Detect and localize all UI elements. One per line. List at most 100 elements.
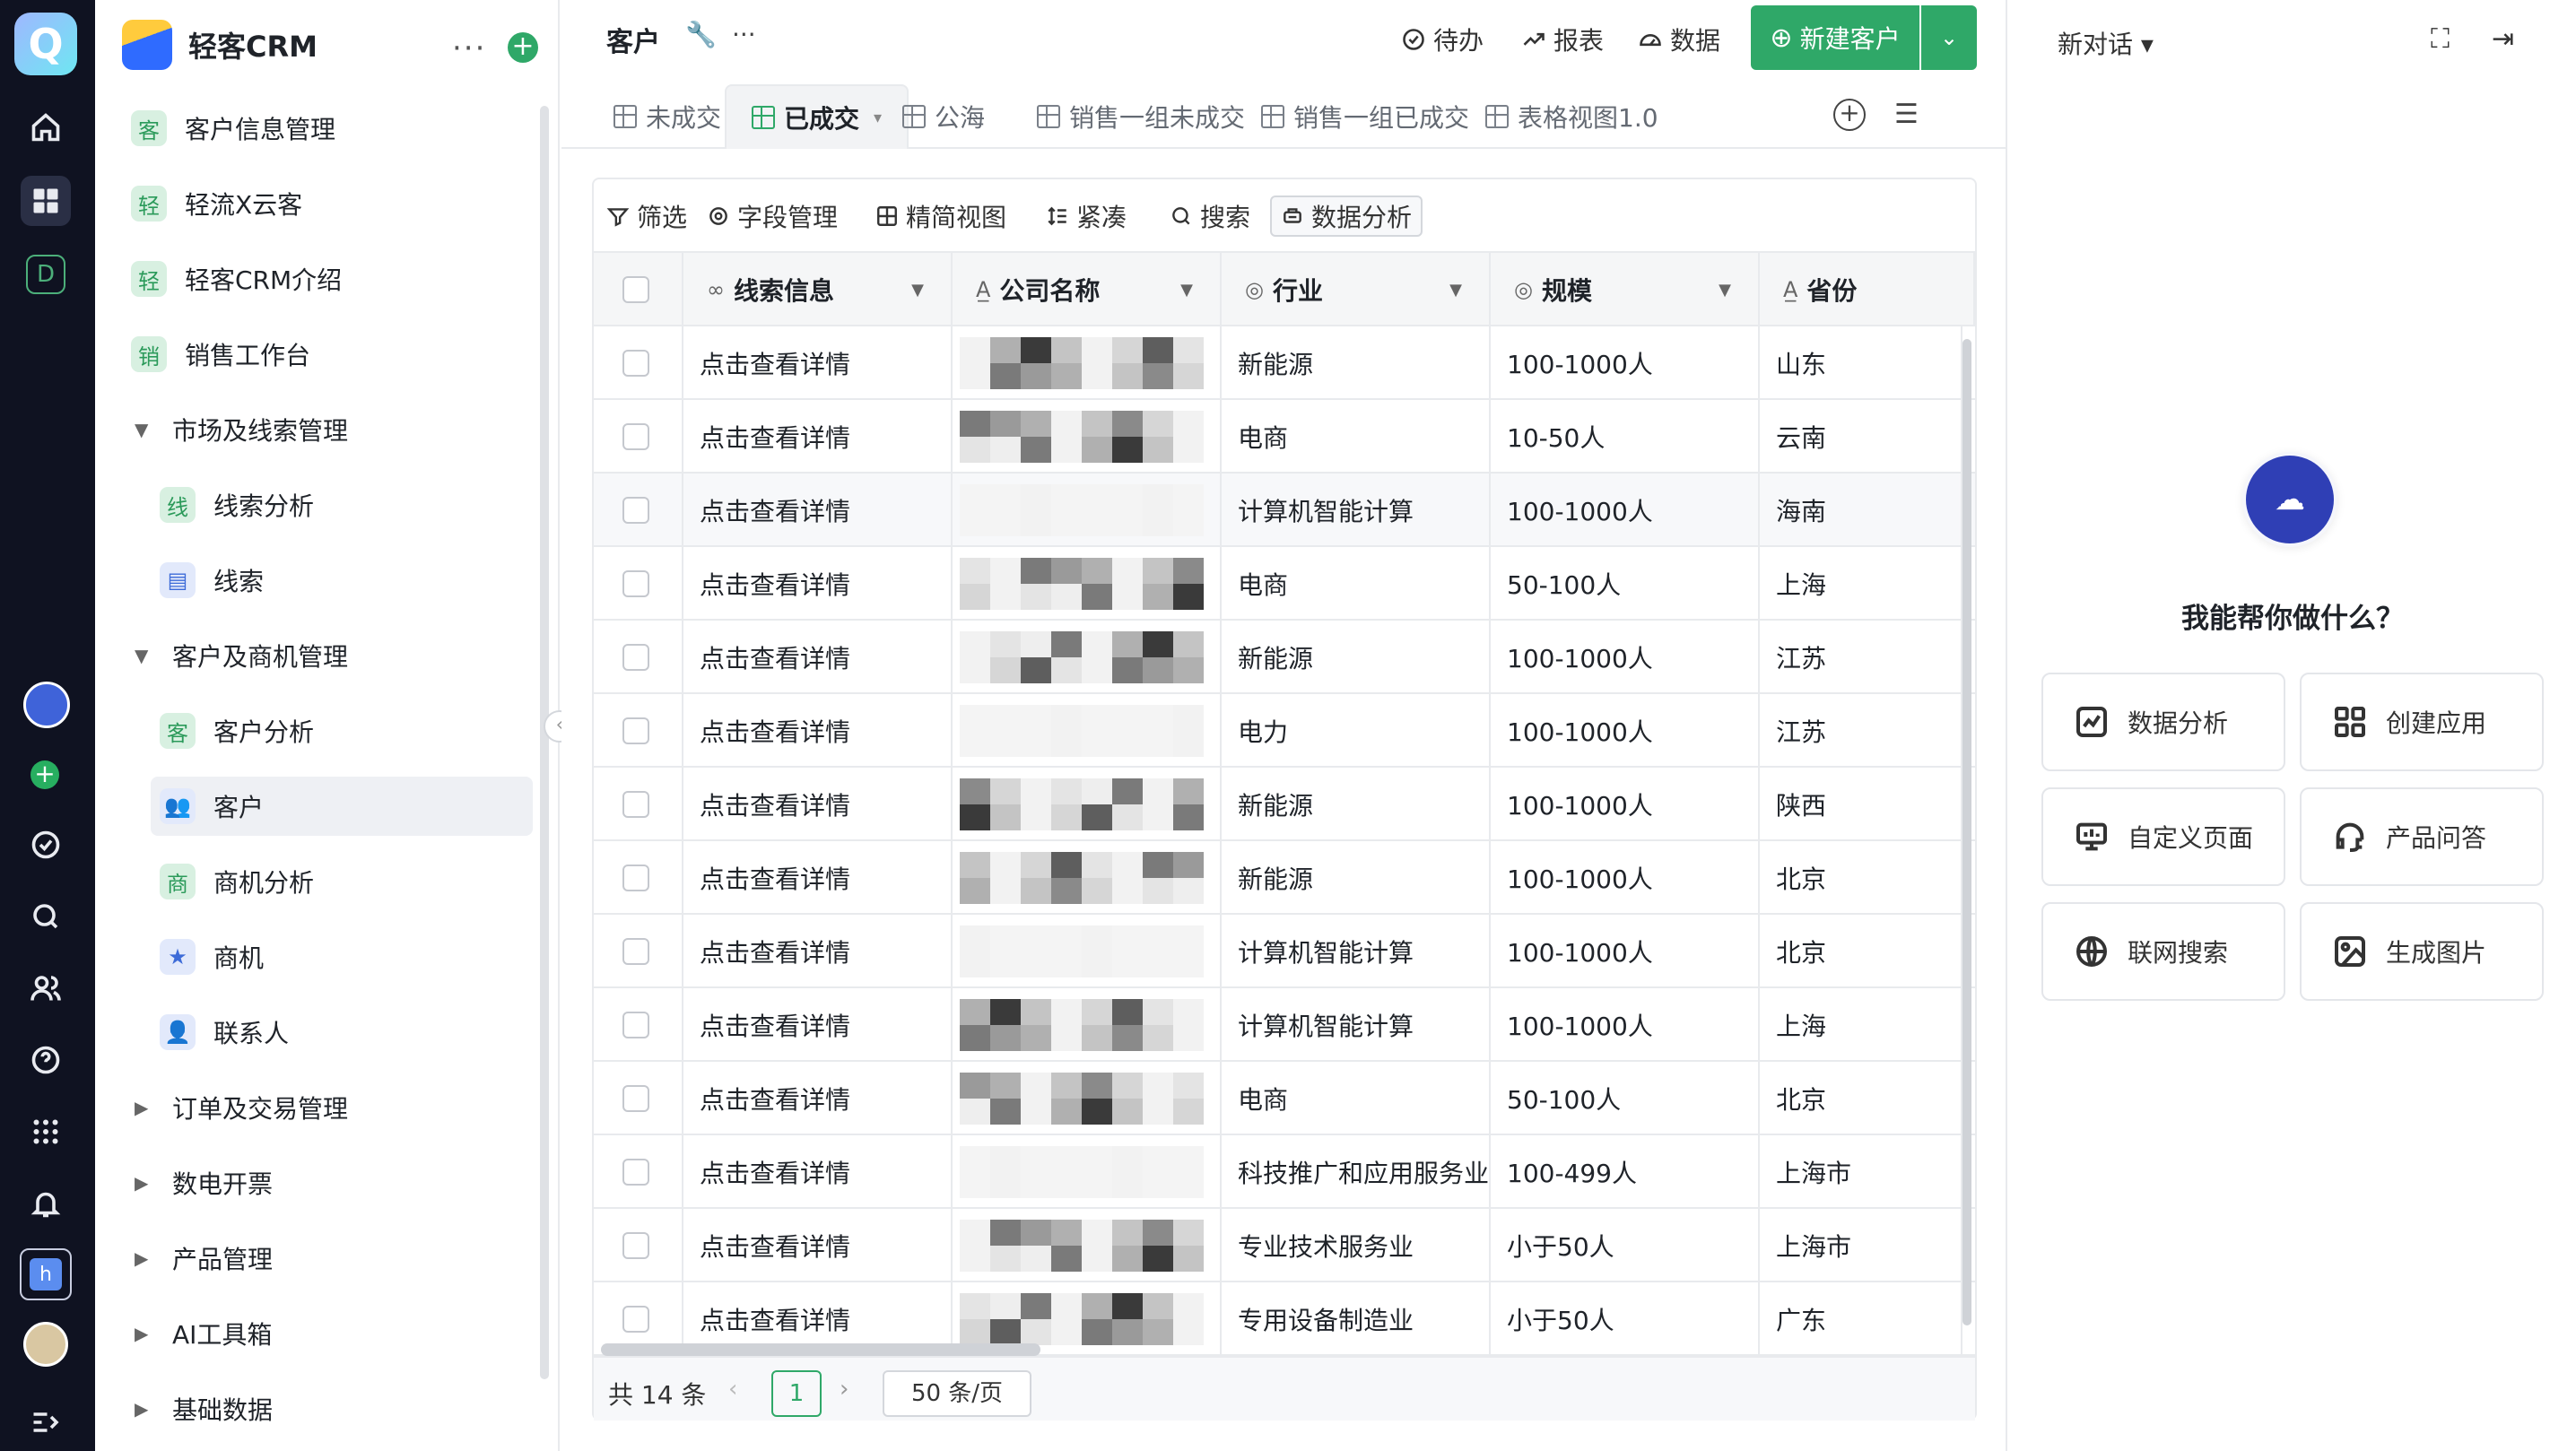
table-row[interactable]: 点击查看详情 计算机智能计算 100-1000人 上海: [594, 988, 1975, 1062]
lead-info-cell[interactable]: 点击查看详情: [683, 1209, 953, 1282]
add-app-icon[interactable]: +: [508, 32, 538, 63]
new-dropdown-button[interactable]: ⌄: [1921, 5, 1977, 70]
home-icon[interactable]: [21, 102, 71, 152]
lead-info-cell[interactable]: 点击查看详情: [683, 400, 953, 474]
contacts-icon[interactable]: [21, 963, 71, 1013]
lead-info-cell[interactable]: 点击查看详情: [683, 694, 953, 768]
expand-rail-icon[interactable]: [21, 1397, 71, 1447]
nav-item[interactable]: ★ 商机: [151, 927, 533, 986]
row-checkbox[interactable]: [622, 1012, 649, 1038]
row-checkbox[interactable]: [622, 865, 649, 891]
assistant-card-image[interactable]: 生成图片: [2300, 902, 2544, 1001]
nav-item[interactable]: ▼ 市场及线索管理: [122, 400, 533, 459]
nav-item[interactable]: 线线索分析: [151, 475, 533, 534]
row-checkbox[interactable]: [622, 1232, 649, 1259]
todo-check-icon[interactable]: [21, 820, 71, 870]
lead-info-cell[interactable]: 点击查看详情: [683, 841, 953, 915]
help-icon[interactable]: [21, 1035, 71, 1085]
row-checkbox[interactable]: [622, 497, 649, 524]
tab-3[interactable]: 销售一组未成交: [1037, 84, 1245, 149]
page-size-select[interactable]: 50 条/页: [883, 1370, 1031, 1417]
lead-info-cell[interactable]: 点击查看详情: [683, 1062, 953, 1135]
add-icon[interactable]: +: [30, 760, 59, 789]
table-row[interactable]: 点击查看详情 科技推广和应用服务业 100-499人 上海市: [594, 1135, 1975, 1209]
lead-info-cell[interactable]: 点击查看详情: [683, 326, 953, 400]
tab-5[interactable]: 表格视图1.0: [1485, 84, 1658, 149]
collapse-panel-icon[interactable]: ⇥: [2492, 23, 2514, 55]
caret-down-icon[interactable]: ▼: [1719, 281, 1731, 300]
assistant-card-globe[interactable]: 联网搜索: [2041, 902, 2285, 1001]
row-checkbox[interactable]: [622, 938, 649, 965]
list-icon[interactable]: ☰: [1894, 99, 1919, 130]
horizontal-scrollbar[interactable]: [601, 1343, 1040, 1356]
new-customer-button[interactable]: ⊕ 新建客户: [1751, 5, 1919, 70]
ai-assistant-icon[interactable]: [23, 682, 70, 728]
table-row[interactable]: 点击查看详情 新能源 100-1000人 山东: [594, 326, 1975, 400]
app-logo[interactable]: Q: [14, 13, 77, 75]
data-link[interactable]: 数据: [1638, 22, 1720, 57]
todo-link[interactable]: 待办: [1401, 22, 1484, 57]
nav-item[interactable]: ▶ AI工具箱: [122, 1304, 533, 1363]
nav-item[interactable]: 轻轻客CRM介绍: [122, 249, 533, 308]
assistant-card-apps[interactable]: 创建应用: [2300, 673, 2544, 771]
caret-down-icon[interactable]: ▼: [1449, 281, 1462, 300]
row-checkbox[interactable]: [622, 717, 649, 744]
vertical-scrollbar[interactable]: [1962, 339, 1971, 1325]
more-icon[interactable]: ···: [732, 20, 756, 49]
column-header[interactable]: ∞ 线索信息 ▼: [683, 253, 953, 326]
tab-4[interactable]: 销售一组已成交: [1261, 84, 1469, 149]
column-header[interactable]: A̲ 公司名称 ▼: [953, 253, 1222, 326]
workspace-d-icon[interactable]: D: [26, 255, 65, 294]
column-header[interactable]: ◎ 行业 ▼: [1222, 253, 1491, 326]
nav-item[interactable]: ▶ 数电开票: [122, 1153, 533, 1212]
table-row[interactable]: 点击查看详情 新能源 100-1000人 北京: [594, 841, 1975, 915]
nav-item[interactable]: 客客户信息管理: [122, 99, 533, 158]
toolbar-data-analysis-button[interactable]: 数据分析: [1270, 195, 1423, 237]
nav-item[interactable]: 👤 联系人: [151, 1003, 533, 1062]
table-row[interactable]: 点击查看详情 专业技术服务业 小于50人 上海市: [594, 1209, 1975, 1282]
prev-page-button[interactable]: ‹: [728, 1376, 737, 1403]
lead-info-cell[interactable]: 点击查看详情: [683, 474, 953, 547]
nav-item[interactable]: ▤ 线索: [151, 551, 533, 610]
tab-0[interactable]: 未成交: [614, 84, 721, 149]
lead-info-cell[interactable]: 点击查看详情: [683, 915, 953, 988]
row-checkbox[interactable]: [622, 1306, 649, 1333]
nav-item[interactable]: 👥 客户: [151, 777, 533, 836]
assistant-card-headset[interactable]: 产品问答: [2300, 787, 2544, 886]
nav-item[interactable]: 商商机分析: [151, 852, 533, 911]
toolbar-field-settings-button[interactable]: 字段管理: [707, 195, 838, 237]
column-header[interactable]: A̲ 省份: [1760, 253, 1975, 326]
select-all-checkbox[interactable]: [622, 276, 649, 303]
avatar[interactable]: [23, 1322, 68, 1367]
row-checkbox[interactable]: [622, 644, 649, 671]
nav-item[interactable]: ▶ 订单及交易管理: [122, 1078, 533, 1137]
nav-item[interactable]: ▶ 产品管理: [122, 1229, 533, 1288]
search-icon[interactable]: [21, 891, 71, 942]
workspace-icon[interactable]: [21, 176, 71, 226]
table-row[interactable]: 点击查看详情 计算机智能计算 100-1000人 北京: [594, 915, 1975, 988]
more-icon[interactable]: ···: [452, 30, 486, 66]
apps-grid-icon[interactable]: [21, 1107, 71, 1157]
caret-down-icon[interactable]: ▼: [911, 281, 924, 300]
toolbar-compact-view-button[interactable]: 精简视图: [875, 195, 1006, 237]
lead-info-cell[interactable]: 点击查看详情: [683, 547, 953, 621]
nav-scrollbar[interactable]: [540, 106, 549, 1379]
add-view-icon[interactable]: +: [1833, 99, 1866, 131]
nav-item[interactable]: 销销售工作台: [122, 325, 533, 384]
next-page-button[interactable]: ›: [840, 1376, 849, 1403]
row-checkbox[interactable]: [622, 350, 649, 377]
nav-item[interactable]: ▼ 客户及商机管理: [122, 626, 533, 685]
toolbar-row-height-button[interactable]: 紧凑: [1046, 195, 1127, 237]
tab-2[interactable]: 公海: [902, 84, 985, 149]
toolbar-filter-button[interactable]: 筛选: [606, 195, 687, 237]
table-row[interactable]: 点击查看详情 新能源 100-1000人 陕西: [594, 768, 1975, 841]
assistant-card-monitor[interactable]: 自定义页面: [2041, 787, 2285, 886]
lead-info-cell[interactable]: 点击查看详情: [683, 1135, 953, 1209]
nav-item[interactable]: 客客户分析: [151, 701, 533, 760]
current-page-button[interactable]: 1: [771, 1370, 822, 1417]
lead-info-cell[interactable]: 点击查看详情: [683, 768, 953, 841]
toolbar-search-button[interactable]: 搜索: [1170, 195, 1250, 237]
fullscreen-icon[interactable]: ⛶: [2431, 23, 2450, 55]
new-chat-dropdown[interactable]: 新对话 ▾: [2058, 25, 2154, 61]
table-row[interactable]: 点击查看详情 电商 10-50人 云南: [594, 400, 1975, 474]
